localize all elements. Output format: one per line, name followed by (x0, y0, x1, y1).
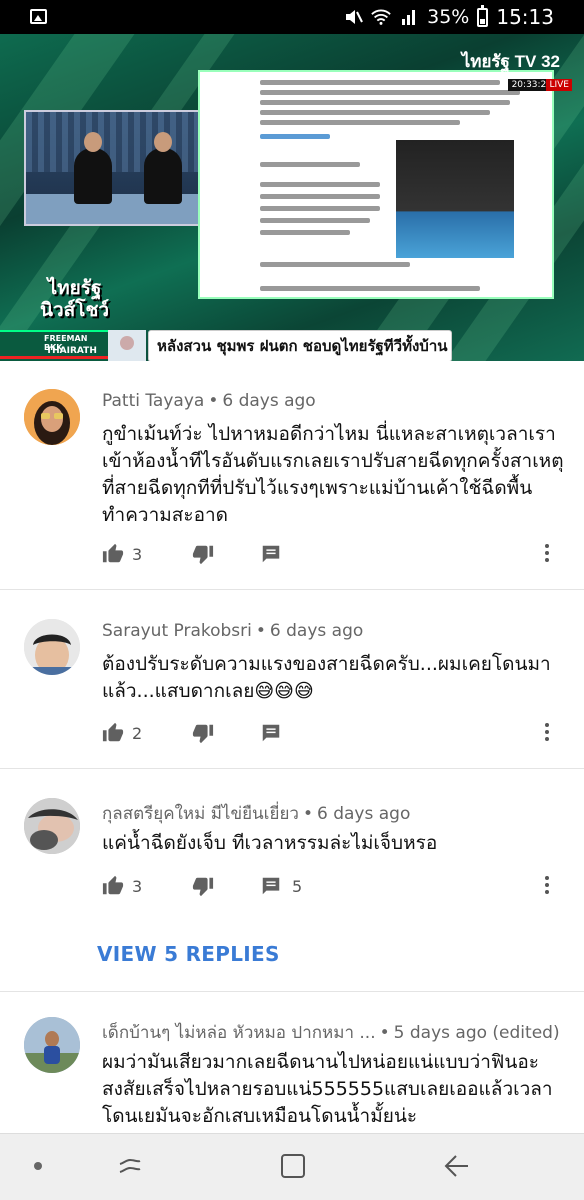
reporter-thumbnail (108, 330, 146, 361)
comment-author[interactable]: Sarayut Prakobsri (102, 621, 252, 641)
more-options-icon[interactable] (544, 721, 550, 743)
home-icon[interactable] (280, 1152, 306, 1180)
reply-count: 5 (292, 876, 303, 896)
comment-age: 6 days ago (222, 391, 316, 411)
back-icon[interactable] (442, 1152, 470, 1180)
phone-screen: { "status_bar": { "battery": "35%", "tim… (0, 0, 584, 1200)
comment-author[interactable]: เด็กบ้านๆ ไม่หล่อ หัวหมอ ปากหมา ... (102, 1023, 376, 1043)
comment-header: Sarayut Prakobsri • 6 days ago (102, 621, 364, 641)
reply-button[interactable] (260, 719, 282, 747)
wifi-icon (371, 7, 391, 27)
status-icons: 35% 15:13 (343, 4, 554, 29)
more-options-icon[interactable] (544, 542, 550, 564)
thumbs-down-icon (192, 724, 214, 744)
system-nav-bar (0, 1133, 584, 1200)
status-bar: 35% 15:13 (0, 0, 584, 34)
thumbs-up-icon (102, 543, 124, 563)
dislike-button[interactable] (192, 719, 214, 747)
channel-logo: ไทยรัฐ TV 32 (461, 52, 560, 71)
mute-icon (343, 7, 364, 27)
nav-dot-icon[interactable] (34, 1162, 42, 1170)
gallery-icon (30, 9, 47, 24)
comment-text: แค่น้ำฉีดยังเจ็บ ทีเวลาหรรมล่ะไม่เจ็บหรอ (102, 832, 438, 854)
comment-header: กุลสตรียุคใหม่ มีไข่ยืนเยี่ยว • 6 days ago (102, 804, 411, 824)
like-count: 3 (132, 544, 143, 564)
comment-header: เด็กบ้านๆ ไม่หล่อ หัวหมอ ปากหมา ... • 5 da… (102, 1023, 560, 1043)
comment-actions: 3 (102, 540, 572, 568)
recent-apps-icon[interactable] (116, 1152, 144, 1180)
more-options-icon[interactable] (544, 874, 550, 896)
comment-actions: 2 (102, 719, 572, 747)
like-button[interactable]: 3 (102, 540, 142, 568)
comment-header: Patti Tayaya • 6 days ago (102, 391, 316, 411)
comment-item: Patti Tayaya • 6 days ago กูขำเม้นท์ว่ะ ไป… (0, 361, 584, 590)
comment-actions: 3 5 (102, 872, 572, 900)
dislike-button[interactable] (192, 540, 214, 568)
avatar[interactable] (24, 1017, 80, 1073)
comment-age: 5 days ago (edited) (393, 1023, 560, 1043)
comment-icon (262, 724, 280, 742)
comment-text: กูขำเม้นท์ว่ะ ไปหาหมอดีกว่าไหม นี่แหละสา… (102, 423, 564, 526)
avatar[interactable] (24, 389, 80, 445)
avatar[interactable] (24, 619, 80, 675)
battery-icon (477, 4, 489, 27)
thumbs-up-icon (102, 875, 124, 895)
like-count: 3 (132, 876, 143, 896)
news-studio-inset (24, 110, 214, 226)
comment-age: 6 days ago (316, 804, 411, 824)
comment-text: ต้องปรับระดับความแรงของสายฉีดครับ...ผมเค… (102, 653, 551, 702)
comment-item: Sarayut Prakobsri • 6 days ago ต้องปรับระด… (0, 591, 584, 769)
reply-button[interactable]: 5 (260, 872, 302, 900)
view-replies-link[interactable]: VIEW 5 REPLIES (97, 942, 280, 966)
comment-author[interactable]: กุลสตรียุคใหม่ มีไข่ยืนเยี่ยว (102, 804, 299, 824)
reply-button[interactable] (260, 540, 282, 568)
show-logo: ไทยรัฐ นิวส์โชว์ (40, 278, 110, 321)
signal-icon (399, 7, 419, 27)
dislike-button[interactable] (192, 872, 214, 900)
comment-item: กุลสตรียุคใหม่ มีไข่ยืนเยี่ยว • 6 days ago… (0, 770, 584, 992)
like-button[interactable]: 3 (102, 872, 142, 900)
comment-age: 6 days ago (269, 621, 364, 641)
comment-icon (262, 545, 280, 563)
tweet-screenshot (198, 70, 554, 299)
comment-icon (262, 877, 280, 895)
battery-percent: 35% (427, 6, 470, 28)
comment-item: เด็กบ้านๆ ไม่หล่อ หัวหมอ ปากหมา ... • 5 da… (0, 993, 584, 1153)
thumbs-down-icon (192, 545, 214, 565)
comment-author[interactable]: Patti Tayaya (102, 391, 204, 411)
like-count: 2 (132, 723, 143, 743)
live-badge: LIVE (546, 79, 572, 91)
news-headline: หลังสวน ชุมพร ฝนตก ชอบดูไทยรัฐทีวีทั้งบ้… (148, 330, 452, 361)
clock-time: 15:13 (496, 5, 554, 29)
video-player[interactable]: ไทยรัฐ TV 32 20:33:28 LIVE ไทยรัฐ นิวส์โ… (0, 34, 584, 361)
avatar[interactable] (24, 798, 80, 854)
like-button[interactable]: 2 (102, 719, 142, 747)
thumbs-up-icon (102, 722, 124, 742)
thumbs-down-icon (192, 877, 214, 897)
comment-text: ผมว่ามันเสียวมากเลยฉีดนานไปหน่อยแน่แบบว่… (102, 1051, 553, 1127)
